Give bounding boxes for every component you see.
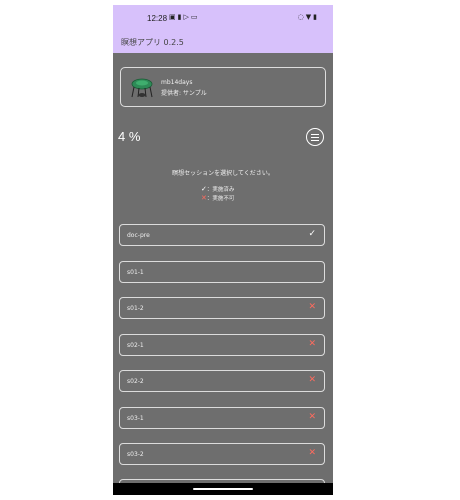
play-icon: ▷	[183, 13, 191, 21]
legend-unavailable: ✕：実施不可	[201, 194, 234, 203]
cross-icon: ✕	[308, 302, 316, 312]
navigation-bar	[113, 483, 333, 495]
cross-icon: ✕	[308, 375, 316, 385]
battery-icon: ▮	[313, 13, 319, 21]
menu-button[interactable]	[306, 128, 324, 146]
session-label: s03-1	[127, 415, 144, 422]
session-item[interactable]: s03-2 ✕	[119, 443, 325, 465]
cross-icon: ✕	[308, 412, 316, 422]
session-item[interactable]: s01-1	[119, 261, 325, 283]
legend-unavailable-label: ：実施不可	[206, 196, 235, 202]
status-legend: ✓：実施済み ✕：実施不可	[201, 185, 234, 203]
app-title: 瞑想アプリ 0.2.5	[121, 38, 184, 47]
menu-icon-line	[311, 139, 319, 141]
app-bar: 瞑想アプリ 0.2.5	[113, 31, 333, 53]
session-item[interactable]: s01-2 ✕	[119, 297, 325, 319]
notification-icon: ▣	[169, 13, 178, 21]
system-icons: ◌▼▮	[298, 13, 319, 21]
session-item[interactable]: doc-pre ✓	[119, 224, 325, 246]
main-content: mb14days 提供者: サンプル 4 % 瞑想セッションを選択してください。…	[113, 53, 333, 495]
session-label: s02-2	[127, 378, 144, 385]
home-handle[interactable]	[193, 488, 253, 490]
session-label: s03-2	[127, 451, 144, 458]
legend-done-label: ：実施済み	[206, 187, 235, 193]
status-bar: 12:28 ▣▮▷▭ ◌▼▮	[113, 5, 333, 31]
menu-icon-line	[311, 136, 319, 138]
session-label: s01-1	[127, 269, 144, 276]
progress-percent: 4 %	[118, 129, 141, 144]
notification-icons: ▣▮▷▭	[169, 13, 200, 21]
cross-icon: ✕	[308, 448, 316, 458]
provider-name: mb14days	[161, 79, 193, 86]
legend-done: ✓：実施済み	[201, 185, 234, 194]
provider-logo-icon	[131, 78, 153, 98]
session-item[interactable]: s02-2 ✕	[119, 370, 325, 392]
check-icon: ✓	[308, 229, 316, 239]
status-time: 12:28	[147, 14, 168, 23]
cross-icon: ✕	[308, 339, 316, 349]
provider-card[interactable]: mb14days 提供者: サンプル	[120, 67, 326, 107]
session-item[interactable]: s03-1 ✕	[119, 407, 325, 429]
session-label: doc-pre	[127, 232, 150, 239]
session-item[interactable]: s02-1 ✕	[119, 334, 325, 356]
mute-icon: ◌	[297, 13, 306, 21]
provider-credit: 提供者: サンプル	[161, 90, 207, 97]
session-label: s01-2	[127, 305, 144, 312]
phone-screen: 12:28 ▣▮▷▭ ◌▼▮ 瞑想アプリ 0.2.5 mb14days 提供者:…	[113, 5, 333, 495]
instruction-text: 瞑想セッションを選択してください。	[172, 170, 274, 177]
session-label: s02-1	[127, 342, 144, 349]
message-icon: ▭	[190, 13, 200, 21]
menu-icon-line	[311, 133, 319, 135]
